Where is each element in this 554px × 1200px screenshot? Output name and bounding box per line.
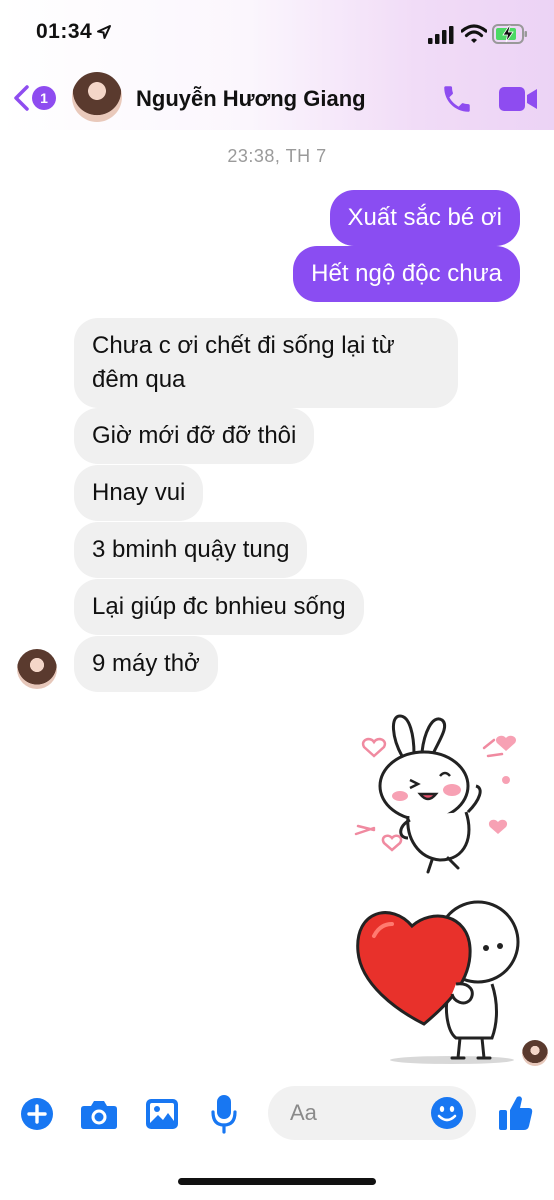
cellular-signal-icon [428, 26, 454, 44]
sender-avatar[interactable] [17, 649, 57, 689]
bunny-sticker[interactable] [348, 708, 528, 876]
message-composer: Aa [0, 1080, 554, 1150]
received-message-bubble[interactable]: Giờ mới đỡ đỡ thôi [74, 408, 315, 464]
wifi-icon [461, 24, 487, 43]
message-input[interactable]: Aa [268, 1086, 476, 1140]
seen-receipt-avatar [522, 1040, 548, 1066]
received-message-bubble[interactable]: 9 máy thở [74, 636, 218, 692]
heart-hug-sticker[interactable] [352, 892, 522, 1068]
video-camera-icon[interactable] [498, 86, 538, 112]
status-bar: 01:34 [0, 0, 554, 70]
chat-header: 1 Nguyễn Hương Giang [0, 70, 554, 130]
microphone-icon[interactable] [210, 1094, 238, 1134]
battery-charging-icon [492, 24, 527, 44]
message-input-placeholder: Aa [290, 1100, 317, 1125]
contact-name[interactable]: Nguyễn Hương Giang [136, 86, 366, 112]
plus-icon[interactable] [20, 1097, 54, 1131]
back-chevron-icon[interactable] [12, 84, 30, 112]
location-arrow-icon [97, 25, 111, 39]
camera-icon[interactable] [80, 1098, 118, 1130]
gallery-icon[interactable] [145, 1097, 179, 1131]
received-message-bubble[interactable]: 3 bminh quậy tung [74, 522, 308, 578]
received-message-bubble[interactable]: Chưa c ơi chết đi sống lại từ đêm qua [74, 318, 458, 408]
received-message-bubble[interactable]: Hnay vui [74, 465, 204, 521]
thumbs-up-icon[interactable] [498, 1094, 534, 1132]
contact-avatar[interactable] [72, 72, 122, 122]
received-message-bubble[interactable]: Lại giúp đc bnhieu sống [74, 579, 364, 635]
message-timestamp: 23:38, TH 7 [227, 146, 327, 166]
phone-icon[interactable] [440, 82, 474, 116]
status-time: 01:34 [36, 20, 93, 43]
emoji-icon[interactable] [430, 1096, 464, 1130]
home-indicator [178, 1178, 376, 1185]
sent-message-bubble[interactable]: Hết ngộ độc chưa [293, 246, 520, 302]
sent-message-bubble[interactable]: Xuất sắc bé ơi [329, 190, 520, 246]
unread-count-badge[interactable]: 1 [32, 86, 56, 110]
